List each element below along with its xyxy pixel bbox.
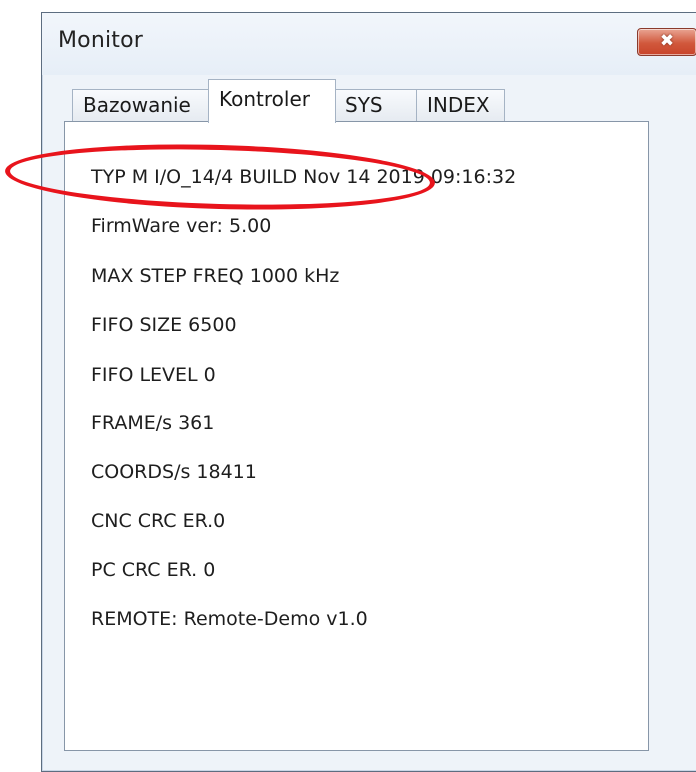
remote-info-line: REMOTE: Remote-Demo v1.0 [91,608,368,630]
coords-rate-line: COORDS/s 18411 [91,461,257,483]
close-icon: ✖ [659,31,675,51]
tab-bazowanie[interactable]: Bazowanie [72,89,210,121]
kontroler-panel: TYP M I/O_14/4 BUILD Nov 14 2019 09:16:3… [64,121,649,751]
monitor-window: Monitor ✖ Bazowanie Kontroler SYS INDEX … [41,12,696,772]
cnc-crc-error-line: CNC CRC ER.0 [91,510,226,532]
build-info-line: TYP M I/O_14/4 BUILD Nov 14 2019 09:16:3… [91,166,517,188]
title-bar[interactable]: Monitor ✖ [42,13,696,75]
tab-sys[interactable]: SYS [334,89,418,121]
tab-kontroler[interactable]: Kontroler [208,79,336,123]
fifo-level-line: FIFO LEVEL 0 [91,364,216,386]
pc-crc-error-line: PC CRC ER. 0 [91,559,216,581]
max-step-freq-line: MAX STEP FREQ 1000 kHz [91,265,340,287]
frame-rate-line: FRAME/s 361 [91,412,215,434]
close-button[interactable]: ✖ [637,28,696,56]
firmware-version-line: FirmWare ver: 5.00 [91,215,272,237]
tab-index[interactable]: INDEX [416,89,505,121]
window-title: Monitor [58,28,144,53]
fifo-size-line: FIFO SIZE 6500 [91,314,237,336]
